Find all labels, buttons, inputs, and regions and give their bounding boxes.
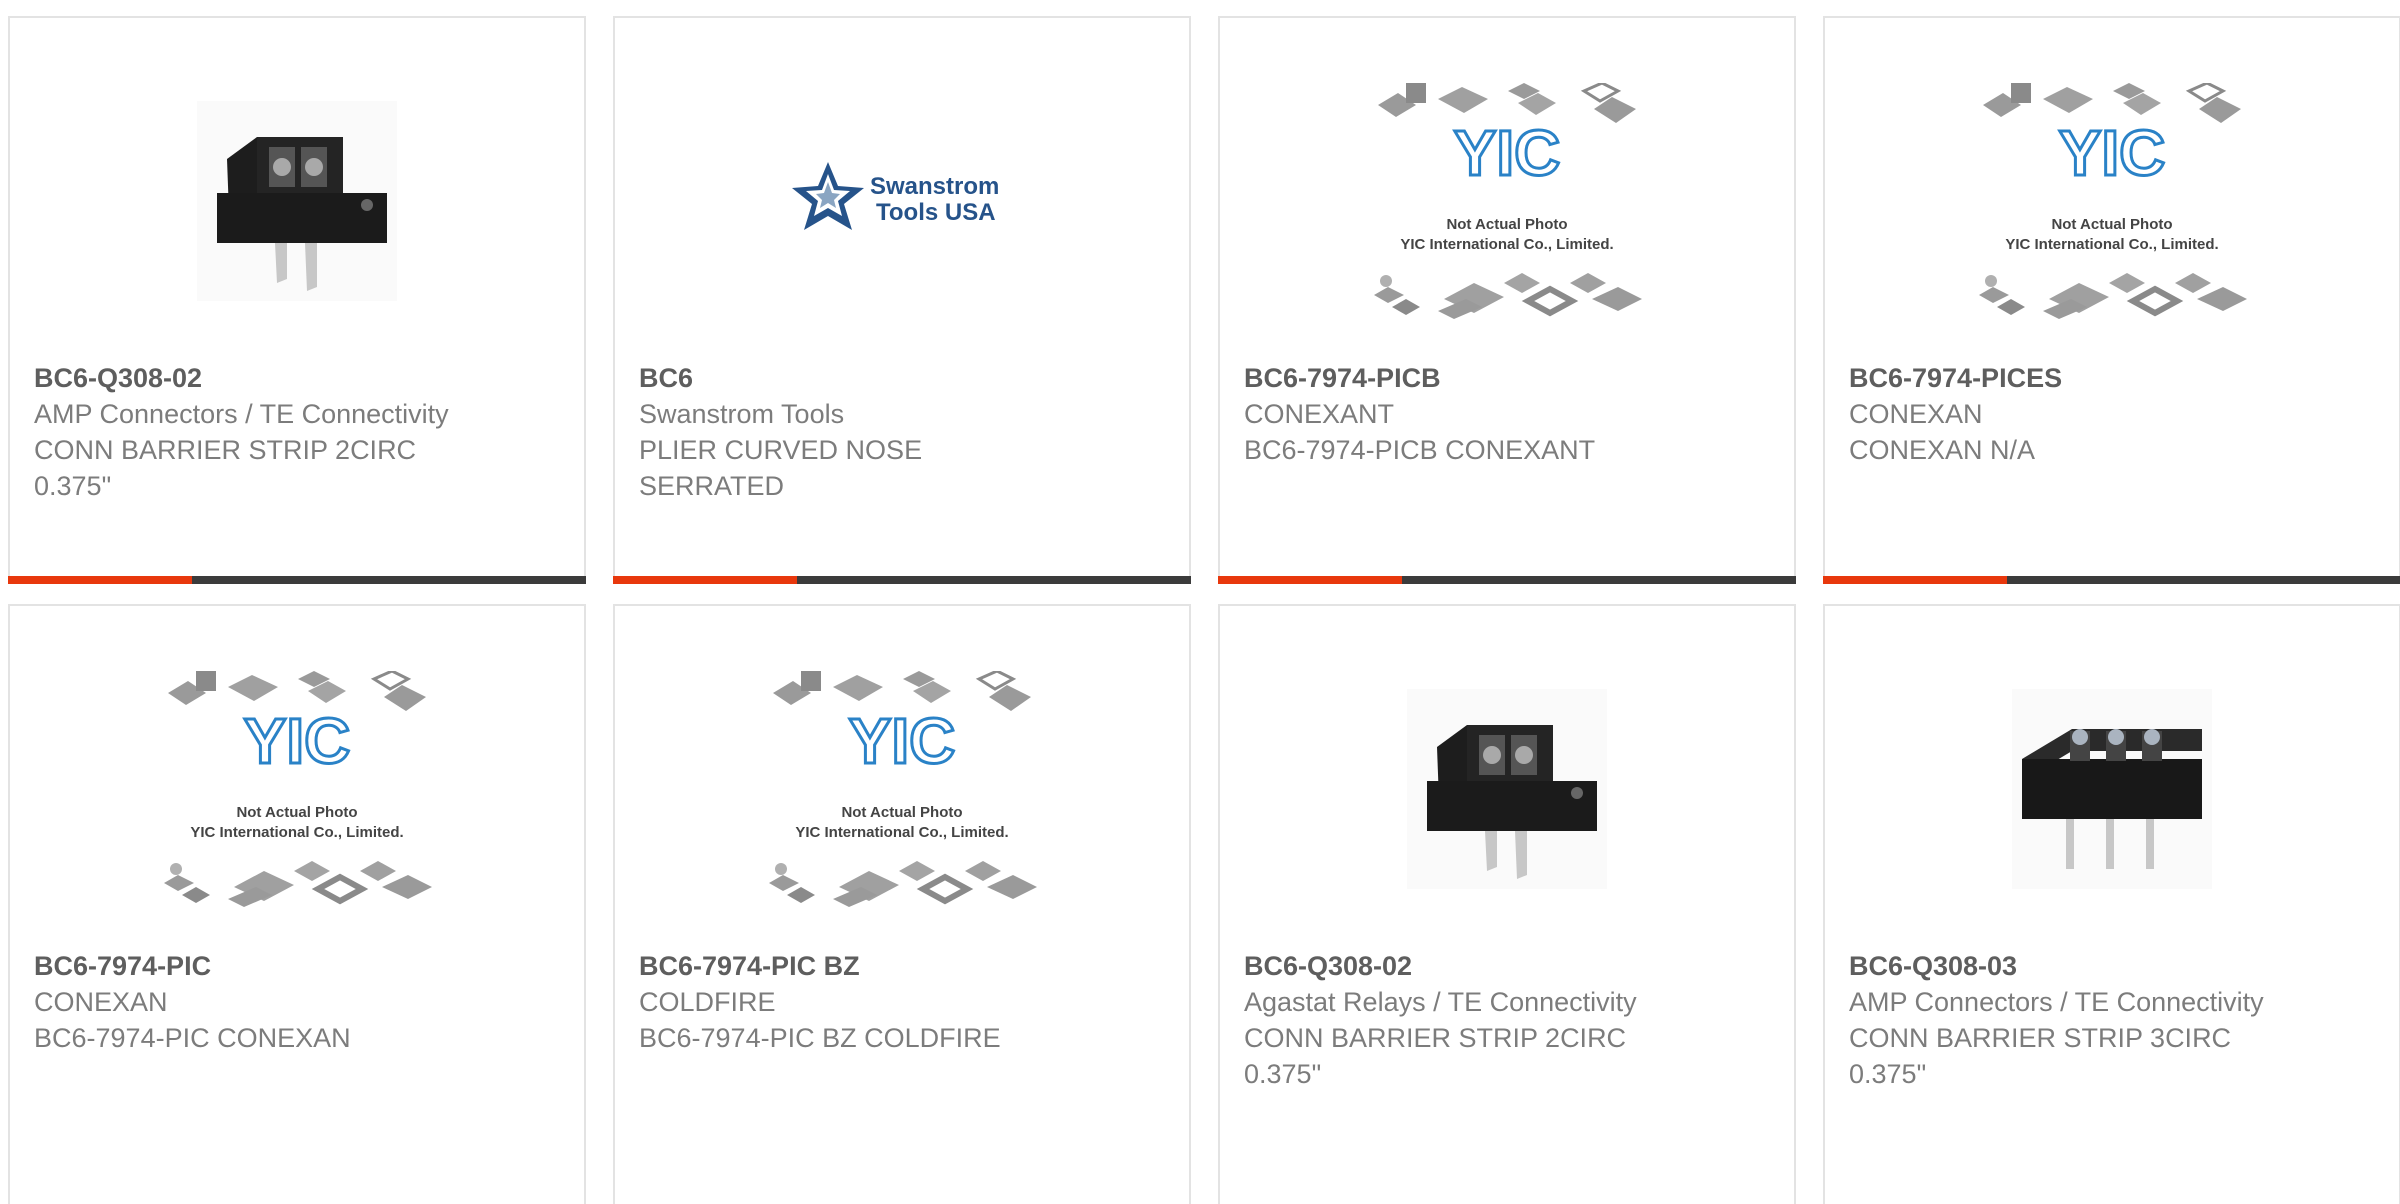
part-number[interactable]: BC6	[639, 360, 1069, 396]
product-image[interactable]: YIC Not Actual Photo YIC International C…	[615, 636, 1189, 942]
svg-text:YIC International Co., Limited: YIC International Co., Limited.	[2005, 236, 2218, 253]
product-image[interactable]	[10, 48, 584, 354]
product-info: BC6-7974-PIC BZ COLDFIRE BC6-7974-PIC BZ…	[639, 948, 1069, 1056]
barrier-strip-3-icon	[2012, 689, 2212, 889]
description: CONEXAN N/A	[1849, 435, 2036, 465]
manufacturer: Agastat Relays / TE Connectivity	[1244, 987, 1637, 1017]
yic-placeholder-icon: YIC Not Actual Photo YIC International C…	[162, 671, 432, 907]
product-image[interactable]: YIC Not Actual Photo YIC International C…	[10, 636, 584, 942]
barrier-strip-2-icon	[1407, 689, 1607, 889]
product-card[interactable]: BC6-Q308-03 AMP Connectors / TE Connecti…	[1823, 604, 2400, 1204]
svg-text:Not Actual Photo: Not Actual Photo	[236, 804, 357, 821]
part-number[interactable]: BC6-7974-PIC BZ	[639, 948, 1069, 984]
part-number[interactable]: BC6-Q308-03	[1849, 948, 2279, 984]
svg-text:YIC International Co., Limited: YIC International Co., Limited.	[795, 824, 1008, 841]
part-number[interactable]: BC6-Q308-02	[1244, 948, 1674, 984]
yic-placeholder-icon: YIC Not Actual Photo YIC International C…	[1977, 83, 2247, 319]
svg-text:Not Actual Photo: Not Actual Photo	[1446, 216, 1567, 233]
svg-text:Not Actual Photo: Not Actual Photo	[841, 804, 962, 821]
product-card[interactable]: YIC Not Actual Photo YIC International C…	[1823, 16, 2400, 584]
manufacturer: AMP Connectors / TE Connectivity	[34, 399, 449, 429]
svg-text:YIC International Co., Limited: YIC International Co., Limited.	[1400, 236, 1613, 253]
product-grid-row-2: YIC Not Actual Photo YIC International C…	[8, 604, 2400, 1204]
description: CONN BARRIER STRIP 2CIRC 0.375"	[34, 435, 417, 501]
part-number[interactable]: BC6-7974-PICB	[1244, 360, 1674, 396]
product-card[interactable]: YIC Not Actual Photo YIC International C…	[613, 604, 1191, 1204]
product-image[interactable]: YIC Not Actual Photo YIC International C…	[1825, 48, 2399, 354]
product-grid: BC6-Q308-02 AMP Connectors / TE Connecti…	[8, 16, 2400, 584]
card-bottom-bar	[1218, 576, 1796, 584]
yic-placeholder-icon: YIC Not Actual Photo YIC International C…	[1372, 83, 1642, 319]
product-card[interactable]: YIC Not Actual Photo YIC International C…	[8, 604, 586, 1204]
card-bottom-bar	[613, 576, 1191, 584]
description: PLIER CURVED NOSE SERRATED	[639, 435, 923, 501]
product-card[interactable]: BC6-Q308-02 Agastat Relays / TE Connecti…	[1218, 604, 1796, 1204]
manufacturer: CONEXAN	[1849, 399, 1983, 429]
product-image[interactable]: YIC Not Actual Photo YIC International C…	[1220, 48, 1794, 354]
svg-text:Not Actual Photo: Not Actual Photo	[2051, 216, 2172, 233]
part-number[interactable]: BC6-7974-PIC	[34, 948, 464, 984]
svg-text:YIC: YIC	[2059, 117, 2166, 189]
svg-text:Tools USA: Tools USA	[876, 199, 996, 226]
product-image[interactable]	[1825, 636, 2399, 942]
manufacturer: CONEXANT	[1244, 399, 1395, 429]
svg-text:YIC: YIC	[244, 705, 351, 777]
part-number[interactable]: BC6-7974-PICES	[1849, 360, 2279, 396]
product-info: BC6 Swanstrom Tools PLIER CURVED NOSE SE…	[639, 360, 1069, 504]
card-bottom-bar	[1823, 576, 2400, 584]
barrier-strip-2-icon	[197, 101, 397, 301]
description: BC6-7974-PIC CONEXAN	[34, 1023, 351, 1053]
product-card[interactable]: BC6-Q308-02 AMP Connectors / TE Connecti…	[8, 16, 586, 584]
product-info: BC6-7974-PICES CONEXAN CONEXAN N/A	[1849, 360, 2279, 468]
accent-bar	[1218, 576, 1402, 584]
accent-bar	[1823, 576, 2007, 584]
product-card[interactable]: YIC Not Actual Photo YIC International C…	[1218, 16, 1796, 584]
accent-bar	[8, 576, 192, 584]
swanstrom-logo: Swanstrom Tools USA	[792, 162, 999, 230]
svg-text:YIC: YIC	[849, 705, 956, 777]
product-image[interactable]	[1220, 636, 1794, 942]
part-number[interactable]: BC6-Q308-02	[34, 360, 464, 396]
card-bottom-bar	[8, 576, 586, 584]
svg-text:Swanstrom: Swanstrom	[870, 173, 999, 200]
product-info: BC6-7974-PIC CONEXAN BC6-7974-PIC CONEXA…	[34, 948, 464, 1056]
manufacturer: CONEXAN	[34, 987, 168, 1017]
yic-placeholder-icon: YIC Not Actual Photo YIC International C…	[767, 671, 1037, 907]
product-card[interactable]: Swanstrom Tools USA BC6 Swanstrom Tools …	[613, 16, 1191, 584]
product-info: BC6-7974-PICB CONEXANT BC6-7974-PICB CON…	[1244, 360, 1674, 468]
product-info: BC6-Q308-03 AMP Connectors / TE Connecti…	[1849, 948, 2279, 1092]
svg-text:YIC International Co., Limited: YIC International Co., Limited.	[190, 824, 403, 841]
product-info: BC6-Q308-02 AMP Connectors / TE Connecti…	[34, 360, 464, 504]
svg-text:YIC: YIC	[1454, 117, 1561, 189]
accent-bar	[613, 576, 797, 584]
description: CONN BARRIER STRIP 2CIRC 0.375"	[1244, 1023, 1627, 1089]
manufacturer: Swanstrom Tools	[639, 399, 845, 429]
manufacturer: AMP Connectors / TE Connectivity	[1849, 987, 2264, 1017]
product-image[interactable]: Swanstrom Tools USA	[615, 48, 1189, 354]
manufacturer: COLDFIRE	[639, 987, 776, 1017]
description: BC6-7974-PIC BZ COLDFIRE	[639, 1023, 1001, 1053]
description: CONN BARRIER STRIP 3CIRC 0.375"	[1849, 1023, 2232, 1089]
product-info: BC6-Q308-02 Agastat Relays / TE Connecti…	[1244, 948, 1674, 1092]
description: BC6-7974-PICB CONEXANT	[1244, 435, 1596, 465]
